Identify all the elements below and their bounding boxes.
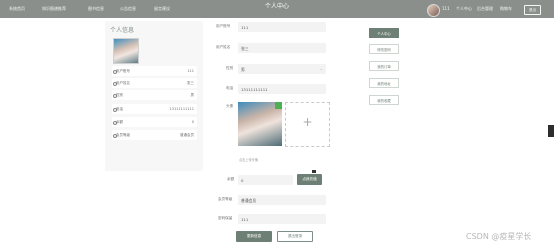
info-value: 男 (190, 93, 195, 97)
user-avatar[interactable] (427, 4, 440, 17)
balance-value: 0 (241, 178, 244, 183)
vip-level-label: 会员等级 (218, 197, 233, 201)
upload-hint: 点击上传头像 (239, 158, 259, 162)
nav-books[interactable]: 图书信息 (88, 6, 104, 12)
info-row-vip-level: 会员等级 普通会员 (112, 130, 197, 140)
chevron-down-icon: ⌄ (319, 66, 323, 71)
phone-field[interactable]: 13111111111 (238, 84, 326, 94)
avatar-upload-box[interactable]: + (285, 102, 330, 147)
nav-knowledge-recommend[interactable]: 知识图谱推荐 (42, 6, 66, 12)
info-label: 性别 (116, 93, 123, 97)
info-label: 电话 (116, 107, 123, 111)
info-row-account: 用户账号 111 (112, 66, 197, 76)
info-row-balance: 余额 0 (112, 117, 197, 127)
gender-value: 男 (241, 67, 245, 72)
phone-value: 13111111111 (241, 87, 268, 92)
info-label: 用户姓名 (116, 81, 130, 85)
nav-announcements[interactable]: 公告信息 (120, 6, 136, 12)
avatar-label: 头像 (226, 104, 234, 108)
vip-level-field: 普通会员 (238, 195, 326, 205)
info-value: 普通会员 (180, 133, 194, 137)
plus-icon: + (302, 115, 313, 129)
info-row-name: 用户姓名 张三 (112, 78, 197, 88)
nav-admin[interactable]: 后台管理 (477, 6, 493, 12)
logout-button[interactable]: 退出 (524, 5, 541, 15)
profile-avatar (113, 38, 139, 64)
cursor-icon (312, 170, 316, 173)
info-value: 13111111111 (169, 107, 195, 111)
gender-label: 性别 (226, 66, 234, 70)
balance-label: 余额 (227, 177, 235, 181)
gender-select[interactable]: 男 ⌄ (238, 64, 326, 74)
upload-success-badge (275, 102, 282, 109)
password-field[interactable]: 111 (238, 214, 326, 224)
nav-messages[interactable]: 留言建议 (154, 6, 170, 12)
info-value: 张三 (187, 81, 194, 85)
info-row-gender: 性别 男 (112, 90, 197, 100)
info-row-phone: 电话 13111111111 (112, 104, 197, 114)
nav-personal-center[interactable]: 个人中心 (456, 6, 472, 12)
side-menu-my-address[interactable]: 我的地址 (369, 78, 399, 88)
nav-cart[interactable]: 购物车 (500, 6, 512, 12)
info-label: 用户账号 (116, 69, 130, 73)
top-navigation-bar: 个人中心 系统首页 知识图谱推荐 图书信息 公告信息 留言建议 111 个人中心… (0, 0, 554, 18)
account-field[interactable]: 111 (238, 22, 326, 32)
side-menu-my-orders[interactable]: 我的订单 (369, 61, 399, 71)
info-label: 会员等级 (116, 133, 130, 137)
side-menu-personal-center[interactable]: 个人中心 (369, 28, 399, 38)
name-label: 用户姓名 (216, 45, 231, 49)
nav-home[interactable]: 系统首页 (9, 6, 25, 12)
recharge-button[interactable]: 点我充值 (297, 174, 322, 185)
logout-account-button[interactable]: 退出登录 (277, 231, 313, 242)
side-menu-my-favorites[interactable]: 我的收藏 (369, 95, 399, 105)
account-value: 111 (241, 25, 249, 30)
side-menu-change-password[interactable]: 修改密码 (369, 44, 399, 54)
account-label: 用户账号 (216, 24, 231, 28)
name-value: 张三 (241, 46, 249, 51)
password-label: 密码保留 (218, 216, 233, 220)
name-field[interactable]: 张三 (238, 43, 326, 53)
watermark-text: CSDN @疫星学长 (466, 232, 532, 241)
phone-label: 电话 (226, 86, 234, 90)
side-float-tab[interactable] (548, 125, 554, 137)
update-info-button[interactable]: 更新信息 (236, 231, 272, 242)
vip-level-value: 普通会员 (241, 198, 257, 203)
info-label: 余额 (116, 120, 123, 124)
info-value: 111 (187, 69, 194, 73)
username-label: 111 (442, 6, 450, 11)
balance-field: 0 (238, 175, 293, 185)
info-value: 0 (191, 120, 194, 124)
password-value: 111 (241, 217, 249, 222)
profile-card-title: 个人信息 (110, 27, 135, 34)
